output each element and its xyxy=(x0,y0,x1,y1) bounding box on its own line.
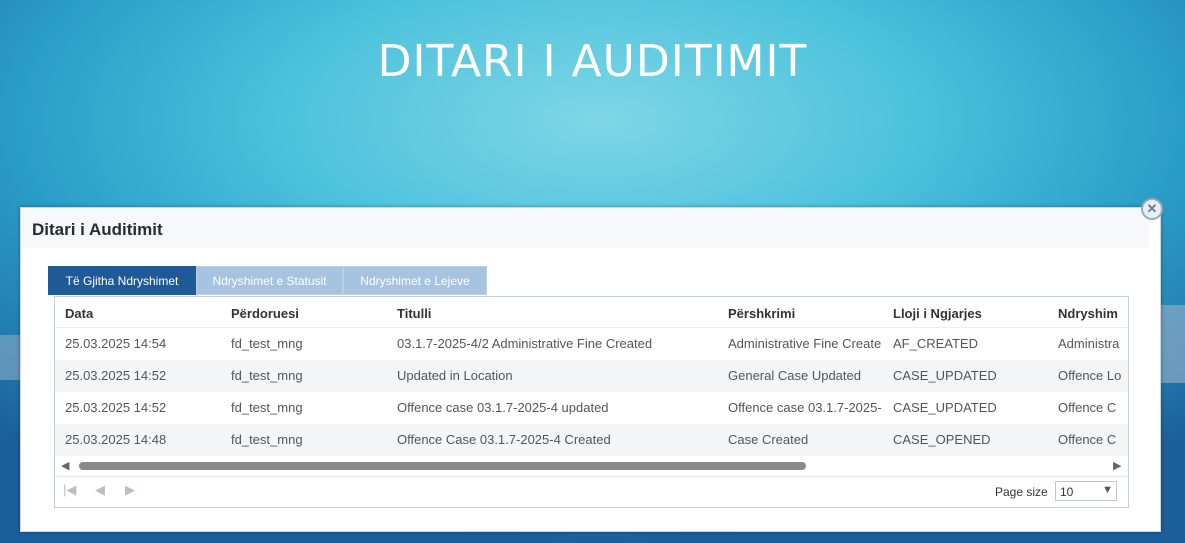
next-page-icon[interactable]: ▶ xyxy=(125,482,135,498)
column-header-title[interactable]: Titulli xyxy=(397,306,717,321)
cell-description: Offence case 03.1.7-2025- xyxy=(728,400,882,415)
close-icon[interactable]: ✕ xyxy=(1141,198,1163,220)
cell-changes: Offence C xyxy=(1058,400,1117,415)
cell-title: Updated in Location xyxy=(397,368,513,383)
page-size-value: 10 xyxy=(1060,485,1074,499)
table-row[interactable]: 25.03.2025 14:48 fd_test_mng Offence Cas… xyxy=(55,424,1128,456)
scrollbar-thumb[interactable] xyxy=(79,462,806,470)
cell-changes: Offence C xyxy=(1058,432,1117,447)
cell-changes: Administra xyxy=(1058,336,1120,351)
audit-grid: Data Përdoruesi Titulli Përshkrimi Lloji… xyxy=(54,296,1129,508)
cell-changes: Offence Lo xyxy=(1058,368,1122,383)
horizontal-scrollbar[interactable]: ◀ ▶ xyxy=(55,459,1128,473)
cell-user: fd_test_mng xyxy=(231,432,303,447)
page-size-label: Page size xyxy=(995,485,1048,499)
dialog-header: Ditari i Auditimit xyxy=(21,208,1150,248)
cell-event-type: CASE_UPDATED xyxy=(893,368,997,383)
chevron-down-icon: ▼ xyxy=(1102,484,1113,496)
tab-all-changes[interactable]: Të Gjitha Ndryshimet xyxy=(48,266,196,295)
cell-event-type: CASE_UPDATED xyxy=(893,400,997,415)
background-panel-right xyxy=(1160,305,1185,383)
cell-title: Offence case 03.1.7-2025-4 updated xyxy=(397,400,609,415)
cell-date: 25.03.2025 14:54 xyxy=(65,336,167,351)
column-header-user[interactable]: Përdoruesi xyxy=(231,306,381,321)
cell-date: 25.03.2025 14:52 xyxy=(65,368,167,383)
table-row[interactable]: 25.03.2025 14:52 fd_test_mng Updated in … xyxy=(55,360,1128,392)
cell-user: fd_test_mng xyxy=(231,368,303,383)
scroll-left-icon[interactable]: ◀ xyxy=(61,460,69,472)
column-header-date[interactable]: Data xyxy=(65,306,215,321)
column-header-changes[interactable]: Ndryshim xyxy=(1058,306,1122,321)
page-size-select[interactable]: 10 ▼ xyxy=(1055,481,1117,501)
cell-title: Offence Case 03.1.7-2025-4 Created xyxy=(397,432,611,447)
cell-date: 25.03.2025 14:48 xyxy=(65,432,167,447)
dialog-title: Ditari i Auditimit xyxy=(32,220,163,239)
first-page-icon[interactable]: |◀ xyxy=(63,482,76,498)
cell-date: 25.03.2025 14:52 xyxy=(65,400,167,415)
cell-description: Administrative Fine Create xyxy=(728,336,882,351)
cell-title: 03.1.7-2025-4/2 Administrative Fine Crea… xyxy=(397,336,653,351)
slide-title: DITARI I AUDITIMIT xyxy=(377,36,808,87)
cell-description: General Case Updated xyxy=(728,368,861,383)
cell-event-type: AF_CREATED xyxy=(893,336,978,351)
column-header-event-type[interactable]: Lloji i Ngjarjes xyxy=(893,306,1050,321)
cell-description: Case Created xyxy=(728,432,809,447)
prev-page-icon[interactable]: ◀ xyxy=(95,482,105,498)
tab-status-changes[interactable]: Ndryshimet e Statusit xyxy=(196,266,343,295)
table-row[interactable]: 25.03.2025 14:54 fd_test_mng 03.1.7-2025… xyxy=(55,328,1128,360)
grid-header: Data Përdoruesi Titulli Përshkrimi Lloji… xyxy=(55,297,1128,328)
scroll-right-icon[interactable]: ▶ xyxy=(1113,460,1121,472)
column-header-description[interactable]: Përshkrimi xyxy=(728,306,885,321)
tab-permission-changes[interactable]: Ndryshimet e Lejeve xyxy=(343,266,487,295)
cell-event-type: CASE_OPENED xyxy=(893,432,991,447)
background-panel-left xyxy=(0,335,20,380)
table-row[interactable]: 25.03.2025 14:52 fd_test_mng Offence cas… xyxy=(55,392,1128,424)
cell-user: fd_test_mng xyxy=(231,400,303,415)
pager: |◀ ◀ ▶ Page size 10 ▼ xyxy=(55,476,1128,507)
audit-log-dialog: Ditari i Auditimit ✕ Të Gjitha Ndryshime… xyxy=(20,198,1163,532)
cell-user: fd_test_mng xyxy=(231,336,303,351)
